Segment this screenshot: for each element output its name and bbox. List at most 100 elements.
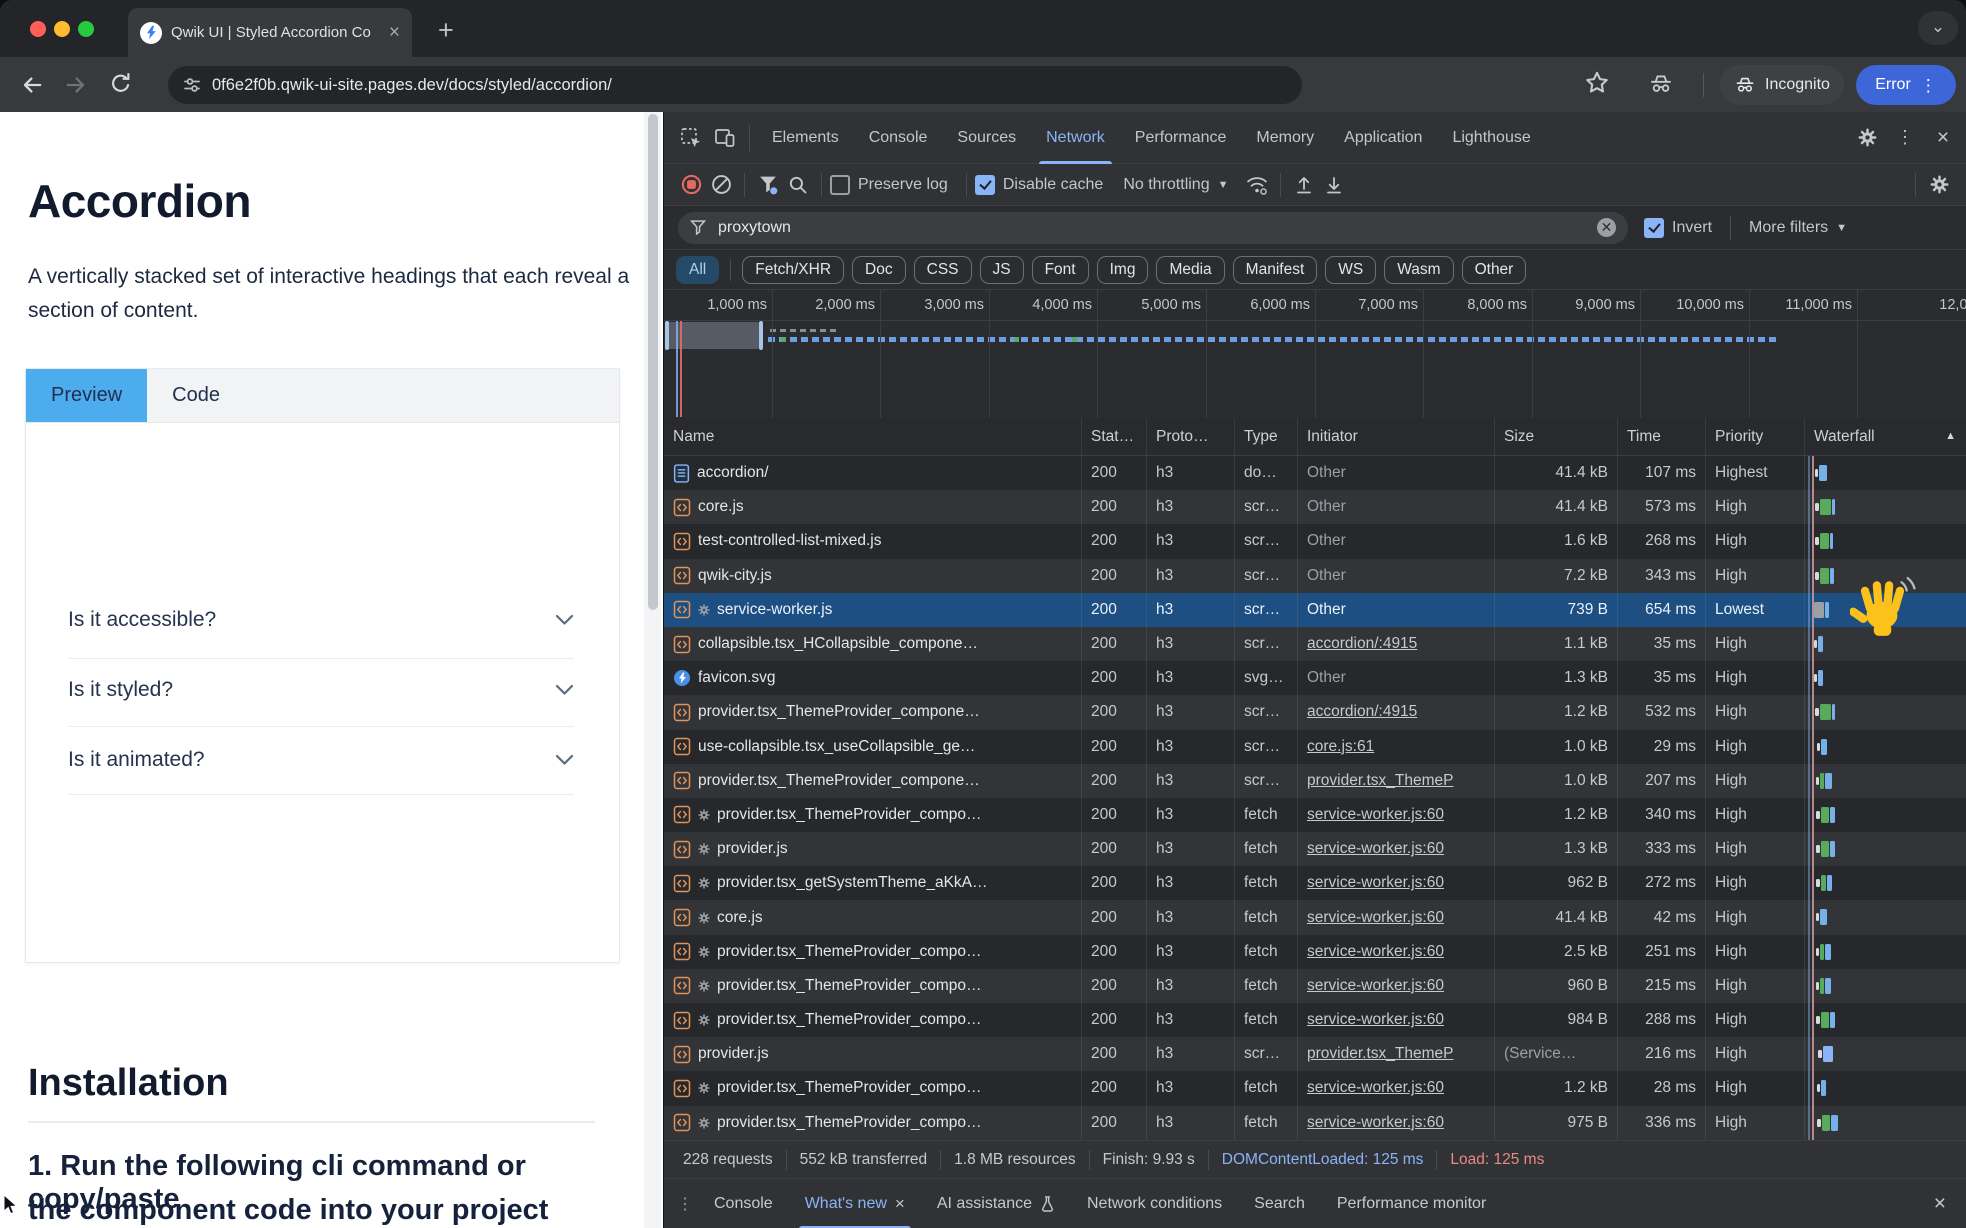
network-request-row[interactable]: provider.tsx_ThemeProvider_compone…200h3… — [664, 764, 1966, 798]
drawer-tab-close-icon[interactable]: × — [895, 1179, 905, 1228]
request-name-cell[interactable]: provider.tsx_ThemeProvider_compone… — [664, 764, 1082, 798]
network-request-row[interactable]: favicon.svg200h3svg…Other1.3 kB35 msHigh — [664, 661, 1966, 695]
initiator-cell[interactable]: core.js:61 — [1298, 730, 1495, 764]
column-header-name[interactable]: Name — [664, 418, 1082, 455]
timeline-selection-handle-left[interactable] — [665, 321, 669, 350]
network-request-row[interactable]: provider.tsx_ThemeProvider_compo…200h3fe… — [664, 969, 1966, 1003]
devtools-tab-elements[interactable]: Elements — [757, 112, 854, 164]
devtools-close-icon[interactable]: × — [1926, 121, 1960, 155]
browser-menu-error-button[interactable]: Error ⋮ — [1856, 65, 1956, 105]
request-name-cell[interactable]: provider.js — [664, 1037, 1082, 1071]
initiator-cell[interactable]: provider.tsx_ThemeP — [1298, 764, 1495, 798]
network-request-row[interactable]: collapsible.tsx_HCollapsible_compone…200… — [664, 627, 1966, 661]
network-request-row[interactable]: core.js200h3scr…Other41.4 kB573 msHigh — [664, 490, 1966, 524]
device-toolbar-icon[interactable] — [708, 121, 742, 155]
filter-chip-fetch-xhr[interactable]: Fetch/XHR — [742, 256, 844, 284]
initiator-link[interactable]: accordion/:4915 — [1307, 703, 1417, 721]
filter-chip-css[interactable]: CSS — [914, 256, 972, 284]
drawer-tab-performance-monitor[interactable]: Performance monitor — [1321, 1179, 1502, 1228]
request-name-cell[interactable]: provider.tsx_ThemeProvider_compo… — [664, 969, 1082, 1003]
url-bar[interactable]: 0f6e2f0b.qwik-ui-site.pages.dev/docs/sty… — [168, 66, 1302, 104]
clear-network-log-icon[interactable] — [706, 170, 736, 200]
initiator-link[interactable]: service-worker.js:60 — [1307, 840, 1444, 858]
network-request-row[interactable]: provider.tsx_ThemeProvider_compo…200h3fe… — [664, 1106, 1966, 1140]
browser-tab[interactable]: Qwik UI | Styled Accordion Co × — [128, 8, 412, 57]
initiator-link[interactable]: service-worker.js:60 — [1307, 1079, 1444, 1097]
initiator-cell[interactable]: service-worker.js:60 — [1298, 1106, 1495, 1140]
devtools-settings-gear-icon[interactable] — [1850, 121, 1884, 155]
network-request-row[interactable]: use-collapsible.tsx_useCollapsible_ge…20… — [664, 730, 1966, 764]
more-filters-dropdown[interactable]: More filters ▼ — [1749, 219, 1847, 237]
throttling-dropdown[interactable]: No throttling ▼ — [1123, 176, 1228, 194]
request-name-cell[interactable]: core.js — [664, 900, 1082, 934]
devtools-tab-network[interactable]: Network — [1031, 112, 1120, 164]
drawer-tab-what-s-new[interactable]: What's new× — [789, 1179, 921, 1228]
accordion-item-is-it-accessible[interactable]: Is it accessible? — [68, 605, 574, 635]
drawer-tab-ai-assistance[interactable]: AI assistance — [921, 1179, 1071, 1228]
initiator-link[interactable]: service-worker.js:60 — [1307, 1011, 1444, 1029]
tab-code[interactable]: Code — [147, 369, 245, 422]
network-request-row[interactable]: provider.tsx_ThemeProvider_compo…200h3fe… — [664, 1071, 1966, 1105]
column-header-stat[interactable]: Stat… — [1082, 418, 1147, 455]
window-minimize-button[interactable] — [54, 21, 70, 37]
clear-filter-icon[interactable]: ✕ — [1597, 218, 1616, 237]
filter-chip-manifest[interactable]: Manifest — [1233, 256, 1318, 284]
initiator-link[interactable]: service-worker.js:60 — [1307, 806, 1444, 824]
request-name-cell[interactable]: provider.tsx_ThemeProvider_compo… — [664, 935, 1082, 969]
drawer-tab-console[interactable]: Console — [698, 1179, 789, 1228]
devtools-kebab-menu-icon[interactable]: ⋮ — [1888, 121, 1922, 155]
filter-funnel-icon[interactable] — [753, 170, 783, 200]
network-request-row[interactable]: provider.js200h3scr…provider.tsx_ThemeP(… — [664, 1037, 1966, 1071]
disable-cache-label[interactable]: Disable cache — [1003, 176, 1104, 194]
accordion-item-is-it-animated[interactable]: Is it animated? — [68, 745, 574, 775]
url-text[interactable]: 0f6e2f0b.qwik-ui-site.pages.dev/docs/sty… — [212, 76, 612, 95]
filter-chip-font[interactable]: Font — [1032, 256, 1089, 284]
initiator-link[interactable]: service-worker.js:60 — [1307, 874, 1444, 892]
initiator-cell[interactable]: service-worker.js:60 — [1298, 832, 1495, 866]
network-request-row[interactable]: test-controlled-list-mixed.js200h3scr…Ot… — [664, 524, 1966, 558]
new-tab-button[interactable]: + — [438, 15, 454, 46]
request-name-cell[interactable]: provider.tsx_ThemeProvider_compo… — [664, 1003, 1082, 1037]
column-header-initiator[interactable]: Initiator — [1298, 418, 1495, 455]
request-name-cell[interactable]: provider.tsx_ThemeProvider_compo… — [664, 798, 1082, 832]
drawer-tab-network-conditions[interactable]: Network conditions — [1071, 1179, 1238, 1228]
initiator-cell[interactable]: accordion/:4915 — [1298, 695, 1495, 729]
initiator-cell[interactable]: service-worker.js:60 — [1298, 935, 1495, 969]
request-name-cell[interactable]: collapsible.tsx_HCollapsible_compone… — [664, 627, 1082, 661]
column-header-type[interactable]: Type — [1235, 418, 1298, 455]
request-name-cell[interactable]: qwik-city.js — [664, 559, 1082, 593]
initiator-cell[interactable]: service-worker.js:60 — [1298, 1003, 1495, 1037]
network-request-row[interactable]: provider.tsx_getSystemTheme_aKkA…200h3fe… — [664, 866, 1966, 900]
preserve-log-label[interactable]: Preserve log — [858, 176, 948, 194]
filter-chip-ws[interactable]: WS — [1325, 256, 1376, 284]
devtools-tab-lighthouse[interactable]: Lighthouse — [1437, 112, 1545, 164]
initiator-link[interactable]: service-worker.js:60 — [1307, 909, 1444, 927]
network-request-row[interactable]: provider.tsx_ThemeProvider_compo…200h3fe… — [664, 798, 1966, 832]
network-request-row[interactable]: qwik-city.js200h3scr…Other7.2 kB343 msHi… — [664, 559, 1966, 593]
network-overview-timeline[interactable]: 1,000 ms2,000 ms3,000 ms4,000 ms5,000 ms… — [664, 290, 1966, 419]
network-request-row[interactable]: provider.tsx_ThemeProvider_compo…200h3fe… — [664, 1003, 1966, 1037]
bookmark-star-icon[interactable] — [1584, 70, 1612, 98]
drawer-close-icon[interactable]: × — [1934, 1192, 1958, 1216]
tab-search-button[interactable]: ⌄ — [1918, 11, 1958, 45]
drawer-tab-search[interactable]: Search — [1238, 1179, 1321, 1228]
tab-preview[interactable]: Preview — [26, 369, 147, 422]
request-name-cell[interactable]: favicon.svg — [664, 661, 1082, 695]
record-network-log-icon[interactable] — [676, 170, 706, 200]
request-name-cell[interactable]: provider.tsx_ThemeProvider_compo… — [664, 1106, 1082, 1140]
preserve-log-checkbox[interactable] — [830, 175, 850, 195]
filter-chip-all[interactable]: All — [676, 256, 719, 284]
devtools-tab-console[interactable]: Console — [854, 112, 943, 164]
initiator-cell[interactable]: service-worker.js:60 — [1298, 1071, 1495, 1105]
initiator-link[interactable]: service-worker.js:60 — [1307, 977, 1444, 995]
column-header-priority[interactable]: Priority — [1706, 418, 1805, 455]
tab-close-icon[interactable]: × — [389, 22, 400, 44]
window-close-button[interactable] — [30, 21, 46, 37]
column-header-waterfall[interactable]: Waterfall▲ — [1805, 418, 1966, 455]
initiator-cell[interactable]: accordion/:4915 — [1298, 627, 1495, 661]
inspect-element-icon[interactable] — [674, 121, 708, 155]
request-name-cell[interactable]: core.js — [664, 490, 1082, 524]
request-name-cell[interactable]: test-controlled-list-mixed.js — [664, 524, 1082, 558]
page-scrollbar-thumb[interactable] — [648, 114, 658, 610]
filter-chip-other[interactable]: Other — [1462, 256, 1527, 284]
